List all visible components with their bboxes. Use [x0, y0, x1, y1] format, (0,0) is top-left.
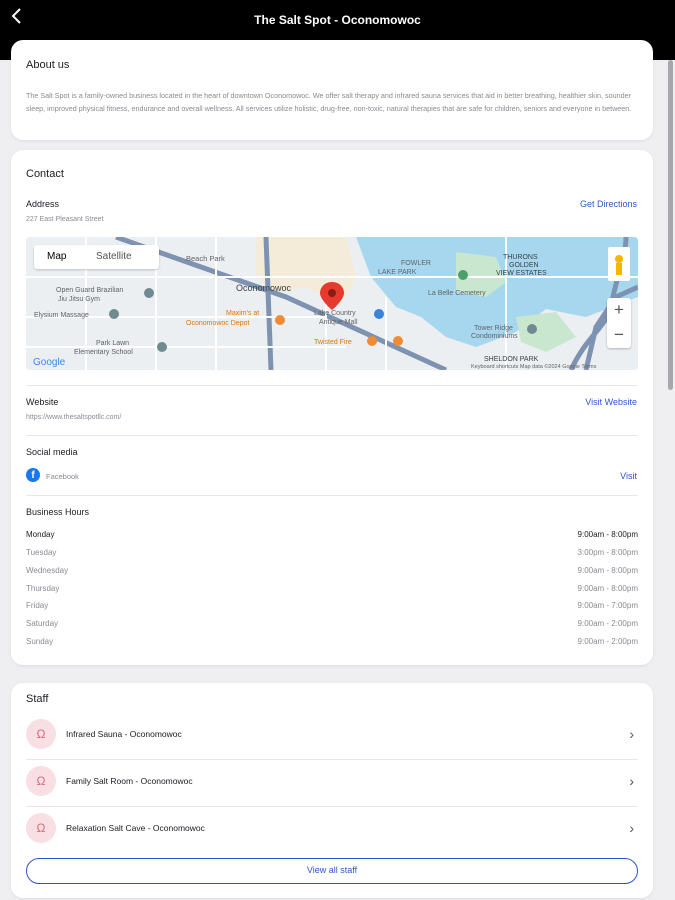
- get-directions-link[interactable]: Get Directions: [580, 199, 637, 209]
- hours-time: 9:00am - 8:00pm: [577, 566, 638, 575]
- location-map[interactable]: Beach Park Oconomowoc Open Guard Brazili…: [26, 237, 638, 370]
- satellite-tab[interactable]: Satellite: [96, 251, 132, 262]
- staff-item[interactable]: Ω Family Salt Room - Oconomowoc ›: [26, 758, 638, 805]
- hours-time: 9:00am - 8:00pm: [577, 530, 638, 539]
- svg-text:Maxim's at: Maxim's at: [226, 310, 259, 317]
- zoom-in-button[interactable]: +: [607, 298, 631, 323]
- scrollbar[interactable]: [668, 60, 673, 390]
- map-tab[interactable]: Map: [47, 251, 66, 262]
- svg-text:La Belle Cemetery: La Belle Cemetery: [428, 290, 486, 297]
- svg-text:Antique Mall: Antique Mall: [319, 319, 358, 326]
- avatar: Ω: [26, 766, 56, 796]
- svg-text:Jiu Jitsu Gym: Jiu Jitsu Gym: [58, 296, 100, 303]
- svg-text:Oconomowoc Depot: Oconomowoc Depot: [186, 320, 249, 327]
- divider: [26, 435, 638, 436]
- svg-text:Elysium Massage: Elysium Massage: [34, 312, 89, 319]
- hours-row: Wednesday 9:00am - 8:00pm: [26, 566, 638, 580]
- hours-row: Thursday 9:00am - 8:00pm: [26, 584, 638, 598]
- hours-day: Saturday: [26, 619, 59, 628]
- hours-day: Tuesday: [26, 548, 57, 557]
- zoom-controls: + −: [607, 298, 631, 348]
- chevron-right-icon: ›: [629, 726, 634, 742]
- hours-time: 9:00am - 7:00pm: [577, 601, 638, 610]
- zoom-out-button[interactable]: −: [607, 323, 631, 348]
- chevron-right-icon: ›: [629, 773, 634, 789]
- staff-card: Staff Ω Infrared Sauna - Oconomowoc › Ω …: [11, 683, 653, 898]
- staff-item[interactable]: Ω Relaxation Salt Cave - Oconomowoc ›: [26, 805, 638, 852]
- contact-card: Contact Address 227 East Pleasant Street…: [11, 150, 653, 665]
- staff-heading: Staff: [26, 693, 49, 705]
- svg-text:Oconomowoc: Oconomowoc: [236, 283, 292, 293]
- hours-day: Wednesday: [26, 566, 69, 575]
- page-title: The Salt Spot - Oconomowoc: [254, 13, 421, 27]
- hours-row: Tuesday 3:00pm - 8:00pm: [26, 548, 638, 562]
- hours-time: 9:00am - 2:00pm: [577, 619, 638, 628]
- staff-name: Infrared Sauna - Oconomowoc: [66, 729, 182, 739]
- avatar: Ω: [26, 719, 56, 749]
- facebook-label: Facebook: [46, 472, 79, 481]
- address-value: 227 East Pleasant Street: [26, 216, 104, 223]
- svg-text:Open Guard Brazilian: Open Guard Brazilian: [56, 287, 123, 294]
- svg-text:LAKE PARK: LAKE PARK: [378, 269, 417, 276]
- chevron-right-icon: ›: [629, 820, 634, 836]
- staff-name: Relaxation Salt Cave - Oconomowoc: [66, 823, 205, 833]
- content-scroll[interactable]: About us The Salt Spot is a family-owned…: [0, 38, 675, 900]
- about-text: The Salt Spot is a family-owned business…: [26, 91, 632, 113]
- hours-row: Friday 9:00am - 7:00pm: [26, 601, 638, 615]
- svg-text:Lake Country: Lake Country: [314, 310, 356, 317]
- hours-time: 9:00am - 2:00pm: [577, 637, 638, 646]
- hours-day: Thursday: [26, 584, 60, 593]
- hours-time: 3:00pm - 8:00pm: [577, 548, 638, 557]
- hours-time: 9:00am - 8:00pm: [577, 584, 638, 593]
- hours-label: Business Hours: [26, 507, 90, 517]
- svg-text:Google: Google: [33, 357, 66, 368]
- visit-website-link[interactable]: Visit Website: [585, 397, 637, 407]
- svg-text:Beach Park: Beach Park: [186, 254, 225, 263]
- staff-name: Family Salt Room - Oconomowoc: [66, 776, 193, 786]
- hours-day: Sunday: [26, 637, 54, 646]
- about-card: About us The Salt Spot is a family-owned…: [11, 40, 653, 140]
- view-all-staff-button[interactable]: View all staff: [26, 858, 638, 884]
- hours-day: Monday: [26, 530, 55, 539]
- svg-text:GOLDEN: GOLDEN: [509, 262, 539, 269]
- hours-row: Monday 9:00am - 8:00pm: [26, 530, 638, 544]
- address-label: Address: [26, 199, 60, 209]
- hours-row: Saturday 9:00am - 2:00pm: [26, 619, 638, 633]
- svg-text:SHELDON PARK: SHELDON PARK: [484, 356, 539, 363]
- contact-heading: Contact: [26, 168, 64, 180]
- svg-text:Condominiums: Condominiums: [471, 333, 518, 340]
- divider: [26, 495, 638, 496]
- facebook-icon: f: [26, 468, 40, 482]
- hours-day: Friday: [26, 601, 49, 610]
- visit-facebook-link[interactable]: Visit: [620, 471, 637, 481]
- avatar: Ω: [26, 813, 56, 843]
- staff-item[interactable]: Ω Infrared Sauna - Oconomowoc ›: [26, 711, 638, 758]
- about-heading: About us: [26, 59, 70, 71]
- svg-text:VIEW ESTATES: VIEW ESTATES: [496, 270, 547, 277]
- svg-text:Park Lawn: Park Lawn: [96, 340, 129, 347]
- divider: [26, 385, 638, 386]
- social-label: Social media: [26, 447, 78, 457]
- svg-text:Keyboard shortcuts Map data: Keyboard shortcuts Map data ©2024 Google…: [471, 363, 597, 370]
- svg-text:Twisted Fire: Twisted Fire: [314, 339, 352, 346]
- map-type-toggle: Map Satellite: [34, 245, 159, 269]
- website-label: Website: [26, 397, 59, 407]
- svg-text:THURONS: THURONS: [503, 254, 538, 261]
- svg-text:Tower Ridge: Tower Ridge: [474, 325, 513, 332]
- svg-text:FOWLER: FOWLER: [401, 260, 431, 267]
- hours-row: Sunday 9:00am - 2:00pm: [26, 637, 638, 651]
- website-value: https://www.thesaltspotllc.com/: [26, 414, 122, 421]
- svg-text:Elementary School: Elementary School: [74, 349, 133, 356]
